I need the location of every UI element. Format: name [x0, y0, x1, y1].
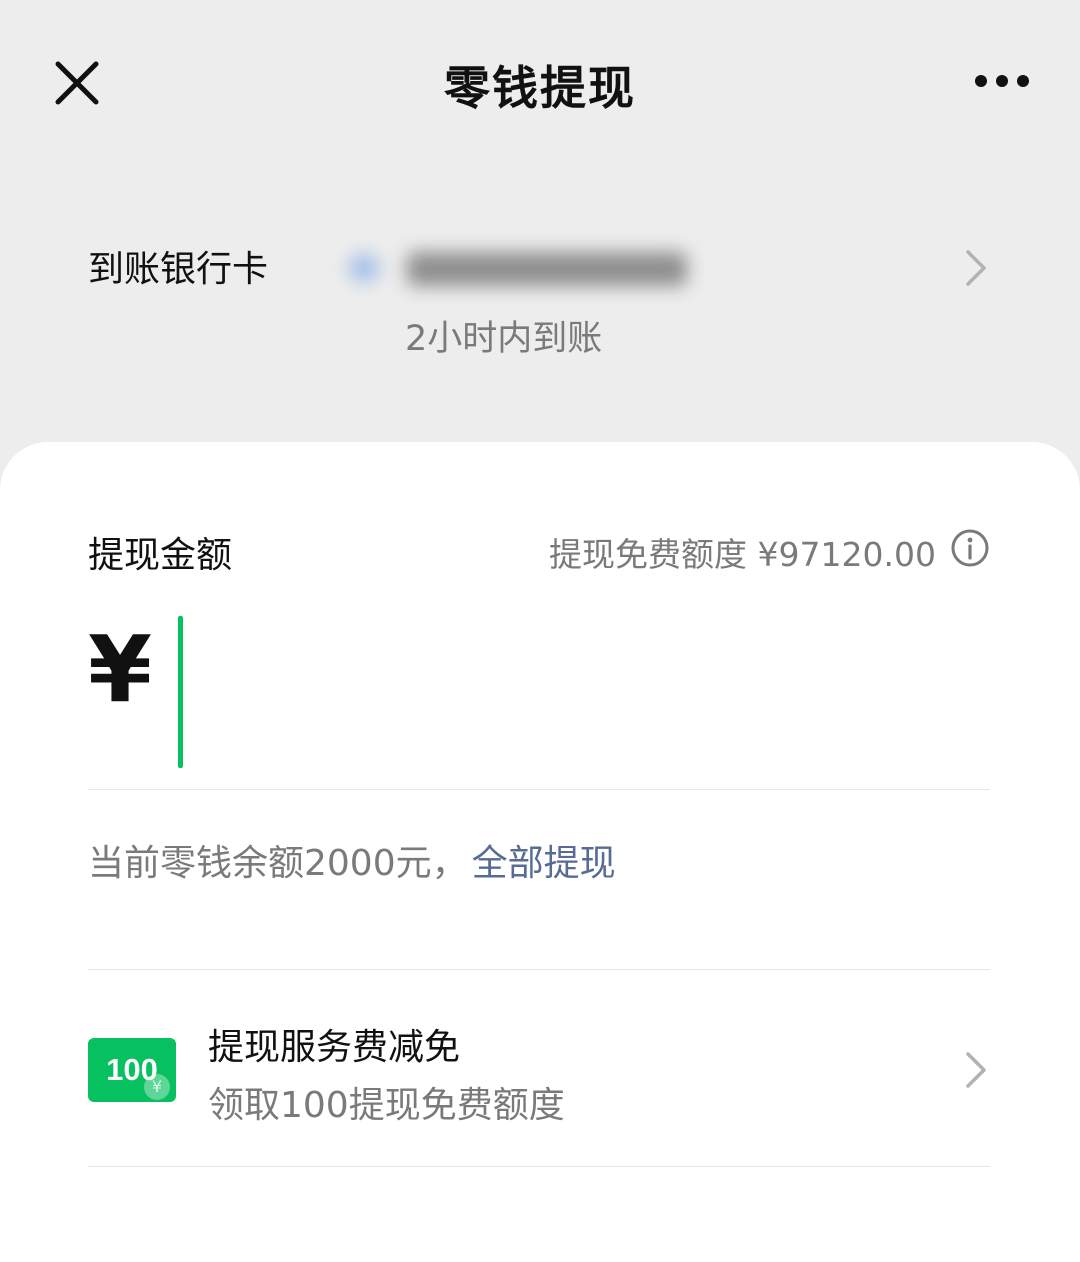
info-icon[interactable] — [950, 528, 990, 568]
promo-badge: 100 ¥ — [88, 1038, 176, 1102]
amount-input[interactable] — [178, 616, 992, 770]
withdraw-all-link[interactable]: 全部提现 — [472, 843, 616, 884]
divider — [88, 1166, 990, 1167]
balance-text: 当前零钱余额2000元， — [88, 843, 468, 884]
divider — [88, 969, 990, 970]
chevron-right-icon[interactable] — [962, 1048, 990, 1092]
balance-line: 当前零钱余额2000元， 全部提现 — [88, 834, 616, 886]
chevron-right-icon[interactable] — [962, 246, 990, 290]
amount-label: 提现金额 — [88, 535, 233, 576]
bank-card-name-redacted — [407, 252, 687, 286]
bank-card-label: 到账银行卡 — [88, 249, 269, 290]
more-icon[interactable] — [974, 70, 1030, 92]
promo-subtitle: 领取100提现免费额度 — [208, 1085, 565, 1126]
nav-bar: 零钱提现 — [0, 0, 1080, 170]
coin-icon: ¥ — [144, 1074, 170, 1100]
currency-symbol: ¥ — [88, 616, 153, 723]
bank-logo-icon — [349, 254, 379, 282]
bank-card-info-blurred — [345, 244, 695, 292]
input-caret — [178, 616, 183, 768]
arrival-time-text: 2小时内到账 — [405, 319, 603, 359]
withdraw-card: 提现金额 提现免费额度 ¥97120.00 ¥ 当前零钱余额2000元， 全部提现… — [0, 442, 1080, 1262]
bank-card-row[interactable]: 到账银行卡 2小时内到账 — [0, 210, 1080, 390]
free-quota-text: 提现免费额度 ¥97120.00 — [549, 535, 936, 574]
fee-waiver-row[interactable]: 100 ¥ 提现服务费减免 领取100提现免费额度 — [0, 982, 1080, 1168]
promo-title: 提现服务费减免 — [208, 1027, 461, 1068]
divider — [88, 789, 990, 790]
page-title: 零钱提现 — [444, 61, 636, 115]
